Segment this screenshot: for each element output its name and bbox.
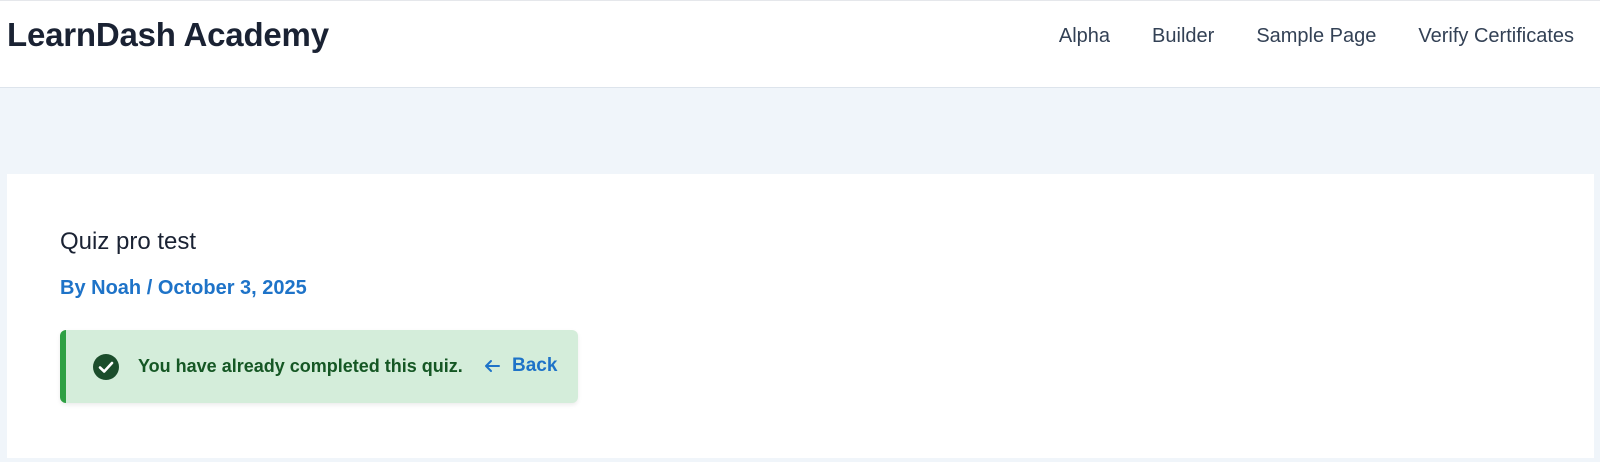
alert-message: You have already completed this quiz. bbox=[138, 356, 463, 376]
site-title[interactable]: LearnDash Academy bbox=[7, 16, 329, 54]
back-link[interactable]: Back bbox=[484, 355, 557, 377]
quiz-completed-alert: You have already completed this quiz. Ba… bbox=[60, 330, 578, 403]
post-meta: By Noah / October 3, 2025 bbox=[60, 277, 307, 300]
nav-item-alpha[interactable]: Alpha bbox=[1038, 23, 1131, 49]
check-circle-icon bbox=[93, 354, 119, 380]
nav-item-sample-page[interactable]: Sample Page bbox=[1235, 23, 1397, 49]
back-label: Back bbox=[512, 355, 558, 376]
page-title: Quiz pro test bbox=[60, 228, 197, 255]
meta-by-label: By bbox=[60, 277, 92, 299]
nav-item-verify-certificates[interactable]: Verify Certificates bbox=[1397, 23, 1574, 49]
arrow-left-icon bbox=[485, 360, 500, 372]
meta-separator: / bbox=[146, 277, 158, 299]
main-navigation: Alpha Builder Sample Page Verify Certifi… bbox=[1038, 23, 1574, 49]
site-header: LearnDash Academy Alpha Builder Sample P… bbox=[0, 0, 1600, 88]
nav-item-builder[interactable]: Builder bbox=[1131, 23, 1235, 49]
post-date: October 3, 2025 bbox=[157, 277, 307, 299]
content-card: Quiz pro test By Noah / October 3, 2025 … bbox=[7, 174, 1594, 458]
author-link[interactable]: Noah bbox=[91, 277, 147, 299]
